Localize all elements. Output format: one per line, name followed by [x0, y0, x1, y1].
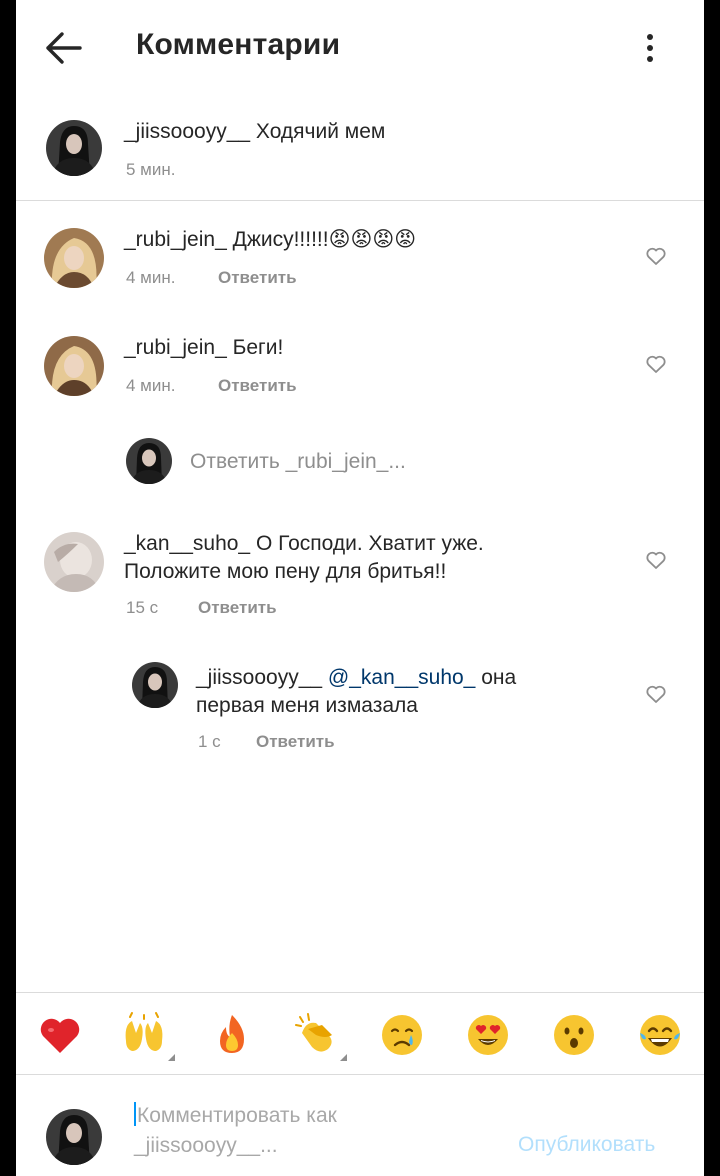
header: Комментарии: [16, 0, 704, 96]
hushed-face-icon[interactable]: [550, 1011, 598, 1059]
tears-of-joy-face-icon[interactable]: [636, 1011, 684, 1059]
comment-body-line2: Положите мою пену для бритья!!: [124, 560, 447, 583]
caption-body: Ходячий мем: [255, 120, 386, 143]
clapping-hands-icon[interactable]: [292, 1011, 340, 1059]
comment-time: 15 с: [126, 598, 159, 617]
reply-username[interactable]: _jiissoooyy__: [196, 666, 322, 689]
publish-button[interactable]: Опубликовать: [518, 1133, 655, 1157]
avatar[interactable]: [44, 532, 104, 592]
like-heart-icon[interactable]: [644, 682, 668, 706]
caption-time: 5 мин.: [126, 160, 176, 179]
heart-eyes-face-icon[interactable]: [464, 1011, 512, 1059]
comments-screen: Комментарии _jiissoooyy__ Ходячий мем 5 …: [16, 0, 704, 1176]
reply-button[interactable]: Ответить: [256, 732, 335, 752]
comment-username[interactable]: _kan__suho_: [124, 532, 250, 555]
comment-username[interactable]: _rubi_jein_: [124, 228, 227, 251]
avatar[interactable]: [44, 336, 104, 396]
back-arrow-icon[interactable]: [40, 26, 88, 70]
avatar[interactable]: [46, 120, 102, 176]
comment-body: Джису!!!!!!😡😡😡😡: [232, 228, 417, 251]
divider: [16, 200, 704, 201]
raising-hands-icon[interactable]: [120, 1011, 168, 1059]
more-options-icon[interactable]: [636, 26, 664, 70]
reply-button[interactable]: Ответить: [218, 376, 297, 396]
comment-time: 4 мин.: [126, 268, 176, 287]
emoji-quick-bar: [16, 992, 704, 1074]
like-heart-icon[interactable]: [644, 352, 668, 376]
page-title: Комментарии: [136, 28, 341, 61]
comment-text: _kan__suho_ О Господи. Хватит уже.: [124, 530, 484, 558]
like-heart-icon[interactable]: [644, 548, 668, 572]
avatar[interactable]: [44, 228, 104, 288]
comment-composer: Комментировать как _jiissoooyy__... Опуб…: [16, 1074, 704, 1176]
like-heart-icon[interactable]: [644, 244, 668, 268]
comment-input-placeholder-line2: _jiissoooyy__...: [134, 1134, 278, 1157]
reply-body: она: [481, 666, 517, 689]
red-heart-icon[interactable]: [36, 1011, 84, 1059]
text-caret: [134, 1102, 136, 1126]
caption-text: _jiissoooyy__ Ходячий мем: [124, 118, 385, 146]
reply-prompt[interactable]: Ответить _rubi_jein_...: [190, 450, 406, 474]
fire-icon[interactable]: [208, 1011, 256, 1059]
comment-input[interactable]: Комментировать как _jiissoooyy__...: [134, 1101, 524, 1161]
reply-body-line2: первая меня измазала: [196, 694, 418, 717]
variant-indicator-icon: [340, 1054, 347, 1061]
mention-link[interactable]: @_kan__suho_: [328, 666, 475, 689]
reply-button[interactable]: Ответить: [198, 598, 277, 618]
comment-input-placeholder-line1: Комментировать как: [137, 1104, 337, 1127]
comment-body: Беги!: [232, 336, 284, 359]
avatar[interactable]: [132, 662, 178, 708]
reply-time: 1 с: [198, 732, 221, 751]
avatar: [46, 1109, 102, 1165]
reply-text: _jiissoooyy__ @_kan__suho_ она: [196, 664, 516, 692]
comment-time: 4 мин.: [126, 376, 176, 395]
variant-indicator-icon: [168, 1054, 175, 1061]
comment-body: О Господи. Хватит уже.: [255, 532, 484, 555]
comment-username[interactable]: _rubi_jein_: [124, 336, 227, 359]
comment-text: _rubi_jein_ Джису!!!!!!😡😡😡😡: [124, 226, 416, 254]
crying-face-icon[interactable]: [378, 1011, 426, 1059]
reply-button[interactable]: Ответить: [218, 268, 297, 288]
caption-username[interactable]: _jiissoooyy__: [124, 120, 250, 143]
avatar: [126, 438, 172, 484]
comment-text: _rubi_jein_ Беги!: [124, 334, 283, 362]
